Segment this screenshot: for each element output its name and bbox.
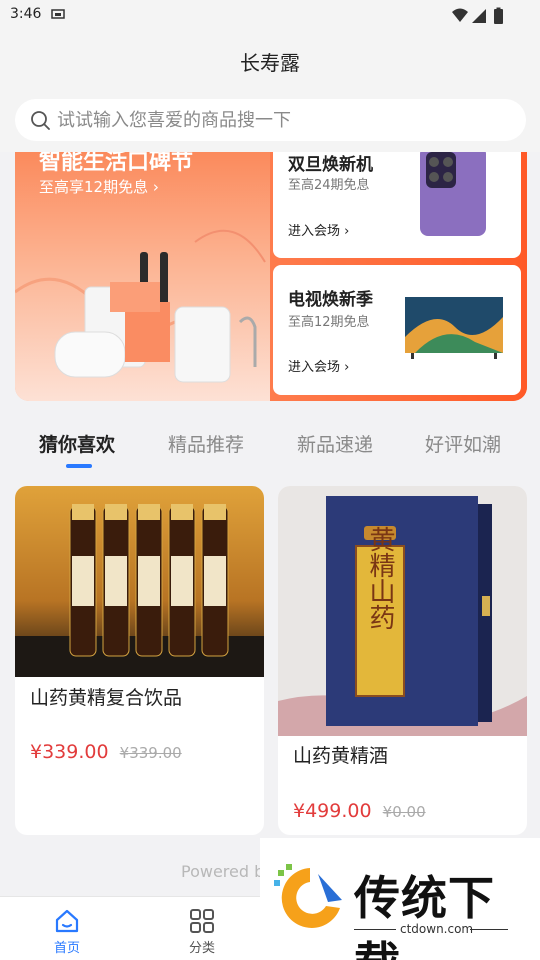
- watermark-logo-icon: [274, 864, 342, 928]
- product-name: 山药黄精酒: [293, 745, 389, 767]
- product-price: ¥499.00: [293, 800, 372, 822]
- category-grid-icon: [190, 909, 214, 933]
- promo-subtitle: 至高24期免息: [288, 178, 370, 193]
- status-bar: 3:46: [0, 0, 540, 34]
- product-card[interactable]: 黄精山药 山药黄精酒 ¥499.00 ¥0.00: [278, 486, 527, 835]
- search-icon: [31, 111, 50, 130]
- promo-card-tv[interactable]: 电视焕新季 至高12期免息 进入会场 ›: [273, 265, 521, 395]
- watermark-line: [354, 929, 396, 930]
- signal-icon: [472, 9, 486, 23]
- search-bar: [0, 88, 540, 152]
- watermark-text: 传统下载: [354, 871, 495, 960]
- category-tabs: 猜你喜欢 精品推荐 新品速递 好评如潮: [0, 412, 540, 472]
- promo-card-phones[interactable]: 双旦焕新机 至高24期免息 进入会场 ›: [273, 152, 521, 258]
- site-watermark: 传统下载 ctdown.com: [260, 838, 540, 960]
- product-price: ¥339.00: [30, 741, 109, 763]
- price-row: ¥499.00 ¥0.00: [293, 800, 426, 822]
- product-image: 黄精山药: [278, 486, 527, 736]
- wifi-icon: [452, 8, 468, 22]
- product-name: 山药黄精复合饮品: [30, 687, 183, 709]
- box-label-text: 黄精山药: [365, 526, 395, 630]
- smart-home-products-image: [15, 229, 266, 383]
- promo-banner[interactable]: 智能生活口碑节 至高享12期免息 › 双旦焕新机 至高24期免息 进入会场 › …: [15, 152, 527, 401]
- tab-top-rated[interactable]: 好评如潮: [425, 430, 501, 457]
- product-original-price: ¥0.00: [382, 803, 426, 821]
- nav-category[interactable]: 分类: [162, 897, 242, 960]
- promo-link[interactable]: 进入会场 ›: [288, 220, 349, 239]
- powered-by-text: Powered b: [181, 862, 265, 881]
- header: 长寿露: [0, 34, 540, 88]
- nav-home[interactable]: 首页: [27, 897, 107, 960]
- status-time: 3:46: [10, 6, 42, 22]
- promo-title: 电视焕新季: [288, 290, 373, 310]
- product-original-price: ¥339.00: [119, 744, 182, 762]
- nav-label: 首页: [53, 941, 80, 956]
- watermark-line: [470, 929, 508, 930]
- tv-product-image: [405, 297, 503, 359]
- promo-title: 双旦焕新机: [288, 155, 373, 175]
- banner-main[interactable]: 智能生活口碑节 至高享12期免息 ›: [15, 152, 275, 401]
- app-notification-icon: [51, 9, 65, 19]
- home-icon: [55, 909, 79, 933]
- status-icons: [452, 7, 503, 24]
- search-input[interactable]: [57, 99, 497, 141]
- price-row: ¥339.00 ¥339.00: [30, 741, 182, 763]
- tab-guess-you-like[interactable]: 猜你喜欢: [39, 430, 115, 457]
- tab-active-indicator: [66, 464, 92, 468]
- battery-icon: [494, 9, 503, 24]
- search-box[interactable]: [15, 99, 526, 141]
- promo-link[interactable]: 进入会场 ›: [288, 356, 349, 375]
- page-title: 长寿露: [240, 51, 300, 75]
- watermark-url: ctdown.com: [400, 922, 474, 936]
- tab-featured[interactable]: 精品推荐: [168, 430, 244, 457]
- tab-new-arrivals[interactable]: 新品速递: [297, 430, 373, 457]
- product-image: [15, 486, 264, 677]
- nav-label: 分类: [188, 941, 215, 956]
- product-card[interactable]: 山药黄精复合饮品 ¥339.00 ¥339.00: [15, 486, 264, 835]
- promo-subtitle: 至高12期免息: [288, 315, 370, 330]
- phone-product-image: [420, 152, 486, 236]
